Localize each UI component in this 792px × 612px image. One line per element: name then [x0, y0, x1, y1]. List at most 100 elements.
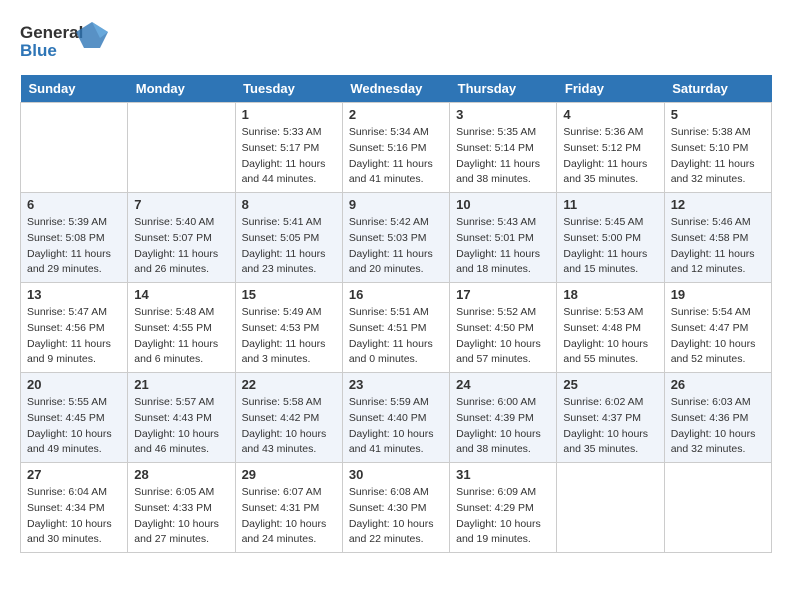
day-cell-29: 29Sunrise: 6:07 AMSunset: 4:31 PMDayligh… [235, 463, 342, 553]
weekday-header-sunday: Sunday [21, 75, 128, 103]
day-cell-4: 4 Sunrise: 5:36 AMSunset: 5:12 PMDaylight… [557, 103, 664, 193]
weekday-header-row: SundayMondayTuesdayWednesdayThursdayFrid… [21, 75, 772, 103]
day-cell-27: 27 Sunrise: 6:04 AMSunset: 4:34 PMDayligh… [21, 463, 128, 553]
day-cell-15: 15 Sunrise: 5:49 AMSunset: 4:53 PMDayligh… [235, 283, 342, 373]
day-info: Sunrise: 6:00 AMSunset: 4:39 PMDaylight:… [456, 395, 550, 458]
week-row-3: 13Sunrise: 5:47 AMSunset: 4:56 PMDayligh… [21, 283, 772, 373]
day-cell-empty [128, 103, 235, 193]
day-number: 7 [134, 197, 228, 212]
day-number: 14 [134, 287, 228, 302]
week-row-5: 27 Sunrise: 6:04 AMSunset: 4:34 PMDayligh… [21, 463, 772, 553]
day-info: Sunrise: 5:58 AMSunset: 4:42 PMDaylight:… [242, 395, 336, 458]
day-cell-16: 16 Sunrise: 5:51 AMSunset: 4:51 PMDayligh… [342, 283, 449, 373]
day-info: Sunrise: 6:08 AMSunset: 4:30 PMDaylight:… [349, 485, 443, 548]
day-cell-2: 2Sunrise: 5:34 AMSunset: 5:16 PMDaylight… [342, 103, 449, 193]
day-cell-3: 3 Sunrise: 5:35 AMSunset: 5:14 PMDaylight… [450, 103, 557, 193]
day-number: 4 [563, 107, 657, 122]
logo: General Blue [20, 20, 110, 65]
day-number: 2 [349, 107, 443, 122]
day-cell-18: 18 Sunrise: 5:53 AMSunset: 4:48 PMDayligh… [557, 283, 664, 373]
weekday-header-monday: Monday [128, 75, 235, 103]
day-info: Sunrise: 5:42 AMSunset: 5:03 PMDaylight:… [349, 215, 443, 278]
day-info: Sunrise: 5:49 AMSunset: 4:53 PMDaylight:… [242, 305, 336, 368]
day-number: 29 [242, 467, 336, 482]
day-cell-26: 26Sunrise: 6:03 AMSunset: 4:36 PMDayligh… [664, 373, 771, 463]
day-cell-13: 13Sunrise: 5:47 AMSunset: 4:56 PMDayligh… [21, 283, 128, 373]
day-info: Sunrise: 5:41 AMSunset: 5:05 PMDaylight:… [242, 215, 336, 278]
day-cell-7: 7Sunrise: 5:40 AMSunset: 5:07 PMDaylight… [128, 193, 235, 283]
weekday-header-saturday: Saturday [664, 75, 771, 103]
day-number: 30 [349, 467, 443, 482]
day-cell-23: 23Sunrise: 5:59 AMSunset: 4:40 PMDayligh… [342, 373, 449, 463]
day-cell-empty [664, 463, 771, 553]
day-number: 15 [242, 287, 336, 302]
week-row-2: 6 Sunrise: 5:39 AMSunset: 5:08 PMDaylight… [21, 193, 772, 283]
day-number: 8 [242, 197, 336, 212]
day-number: 28 [134, 467, 228, 482]
day-number: 18 [563, 287, 657, 302]
day-number: 27 [27, 467, 121, 482]
day-number: 9 [349, 197, 443, 212]
day-cell-17: 17Sunrise: 5:52 AMSunset: 4:50 PMDayligh… [450, 283, 557, 373]
svg-text:Blue: Blue [20, 41, 57, 60]
day-number: 19 [671, 287, 765, 302]
day-number: 21 [134, 377, 228, 392]
day-cell-11: 11Sunrise: 5:45 AMSunset: 5:00 PMDayligh… [557, 193, 664, 283]
week-row-4: 20 Sunrise: 5:55 AMSunset: 4:45 PMDayligh… [21, 373, 772, 463]
day-info: Sunrise: 5:54 AMSunset: 4:47 PMDaylight:… [671, 305, 765, 368]
day-info: Sunrise: 5:36 AMSunset: 5:12 PMDaylight:… [563, 125, 657, 188]
day-number: 22 [242, 377, 336, 392]
day-info: Sunrise: 6:02 AMSunset: 4:37 PMDaylight:… [563, 395, 657, 458]
day-info: Sunrise: 5:43 AMSunset: 5:01 PMDaylight:… [456, 215, 550, 278]
weekday-header-thursday: Thursday [450, 75, 557, 103]
day-number: 5 [671, 107, 765, 122]
day-info: Sunrise: 5:48 AMSunset: 4:55 PMDaylight:… [134, 305, 228, 368]
day-info: Sunrise: 6:09 AMSunset: 4:29 PMDaylight:… [456, 485, 550, 548]
day-cell-22: 22 Sunrise: 5:58 AMSunset: 4:42 PMDayligh… [235, 373, 342, 463]
weekday-header-tuesday: Tuesday [235, 75, 342, 103]
day-number: 23 [349, 377, 443, 392]
day-info: Sunrise: 5:38 AMSunset: 5:10 PMDaylight:… [671, 125, 765, 188]
header: General Blue [20, 20, 772, 65]
day-number: 25 [563, 377, 657, 392]
day-info: Sunrise: 5:46 AMSunset: 4:58 PMDaylight:… [671, 215, 765, 278]
day-cell-empty [21, 103, 128, 193]
day-info: Sunrise: 6:03 AMSunset: 4:36 PMDaylight:… [671, 395, 765, 458]
day-number: 17 [456, 287, 550, 302]
day-info: Sunrise: 5:35 AMSunset: 5:14 PMDaylight:… [456, 125, 550, 188]
day-info: Sunrise: 6:04 AMSunset: 4:34 PMDaylight:… [27, 485, 121, 548]
weekday-header-friday: Friday [557, 75, 664, 103]
logo-svg: General Blue [20, 20, 110, 65]
day-info: Sunrise: 5:55 AMSunset: 4:45 PMDaylight:… [27, 395, 121, 458]
day-cell-19: 19 Sunrise: 5:54 AMSunset: 4:47 PMDayligh… [664, 283, 771, 373]
day-cell-10: 10Sunrise: 5:43 AMSunset: 5:01 PMDayligh… [450, 193, 557, 283]
day-number: 16 [349, 287, 443, 302]
day-number: 20 [27, 377, 121, 392]
day-number: 13 [27, 287, 121, 302]
day-cell-6: 6 Sunrise: 5:39 AMSunset: 5:08 PMDaylight… [21, 193, 128, 283]
day-info: Sunrise: 6:05 AMSunset: 4:33 PMDaylight:… [134, 485, 228, 548]
day-number: 6 [27, 197, 121, 212]
day-number: 24 [456, 377, 550, 392]
day-cell-31: 31Sunrise: 6:09 AMSunset: 4:29 PMDayligh… [450, 463, 557, 553]
day-cell-12: 12 Sunrise: 5:46 AMSunset: 4:58 PMDayligh… [664, 193, 771, 283]
day-number: 12 [671, 197, 765, 212]
weekday-header-wednesday: Wednesday [342, 75, 449, 103]
day-cell-14: 14 Sunrise: 5:48 AMSunset: 4:55 PMDayligh… [128, 283, 235, 373]
day-cell-28: 28 Sunrise: 6:05 AMSunset: 4:33 PMDayligh… [128, 463, 235, 553]
day-cell-25: 25 Sunrise: 6:02 AMSunset: 4:37 PMDayligh… [557, 373, 664, 463]
day-cell-1: 1 Sunrise: 5:33 AMSunset: 5:17 PMDaylight… [235, 103, 342, 193]
day-number: 3 [456, 107, 550, 122]
day-info: Sunrise: 5:53 AMSunset: 4:48 PMDaylight:… [563, 305, 657, 368]
day-cell-30: 30 Sunrise: 6:08 AMSunset: 4:30 PMDayligh… [342, 463, 449, 553]
svg-text:General: General [20, 23, 83, 42]
day-info: Sunrise: 5:33 AMSunset: 5:17 PMDaylight:… [242, 125, 336, 188]
day-number: 1 [242, 107, 336, 122]
day-info: Sunrise: 5:51 AMSunset: 4:51 PMDaylight:… [349, 305, 443, 368]
day-cell-8: 8 Sunrise: 5:41 AMSunset: 5:05 PMDaylight… [235, 193, 342, 283]
day-cell-21: 21Sunrise: 5:57 AMSunset: 4:43 PMDayligh… [128, 373, 235, 463]
week-row-1: 1 Sunrise: 5:33 AMSunset: 5:17 PMDaylight… [21, 103, 772, 193]
day-cell-20: 20 Sunrise: 5:55 AMSunset: 4:45 PMDayligh… [21, 373, 128, 463]
day-number: 11 [563, 197, 657, 212]
day-info: Sunrise: 5:39 AMSunset: 5:08 PMDaylight:… [27, 215, 121, 278]
